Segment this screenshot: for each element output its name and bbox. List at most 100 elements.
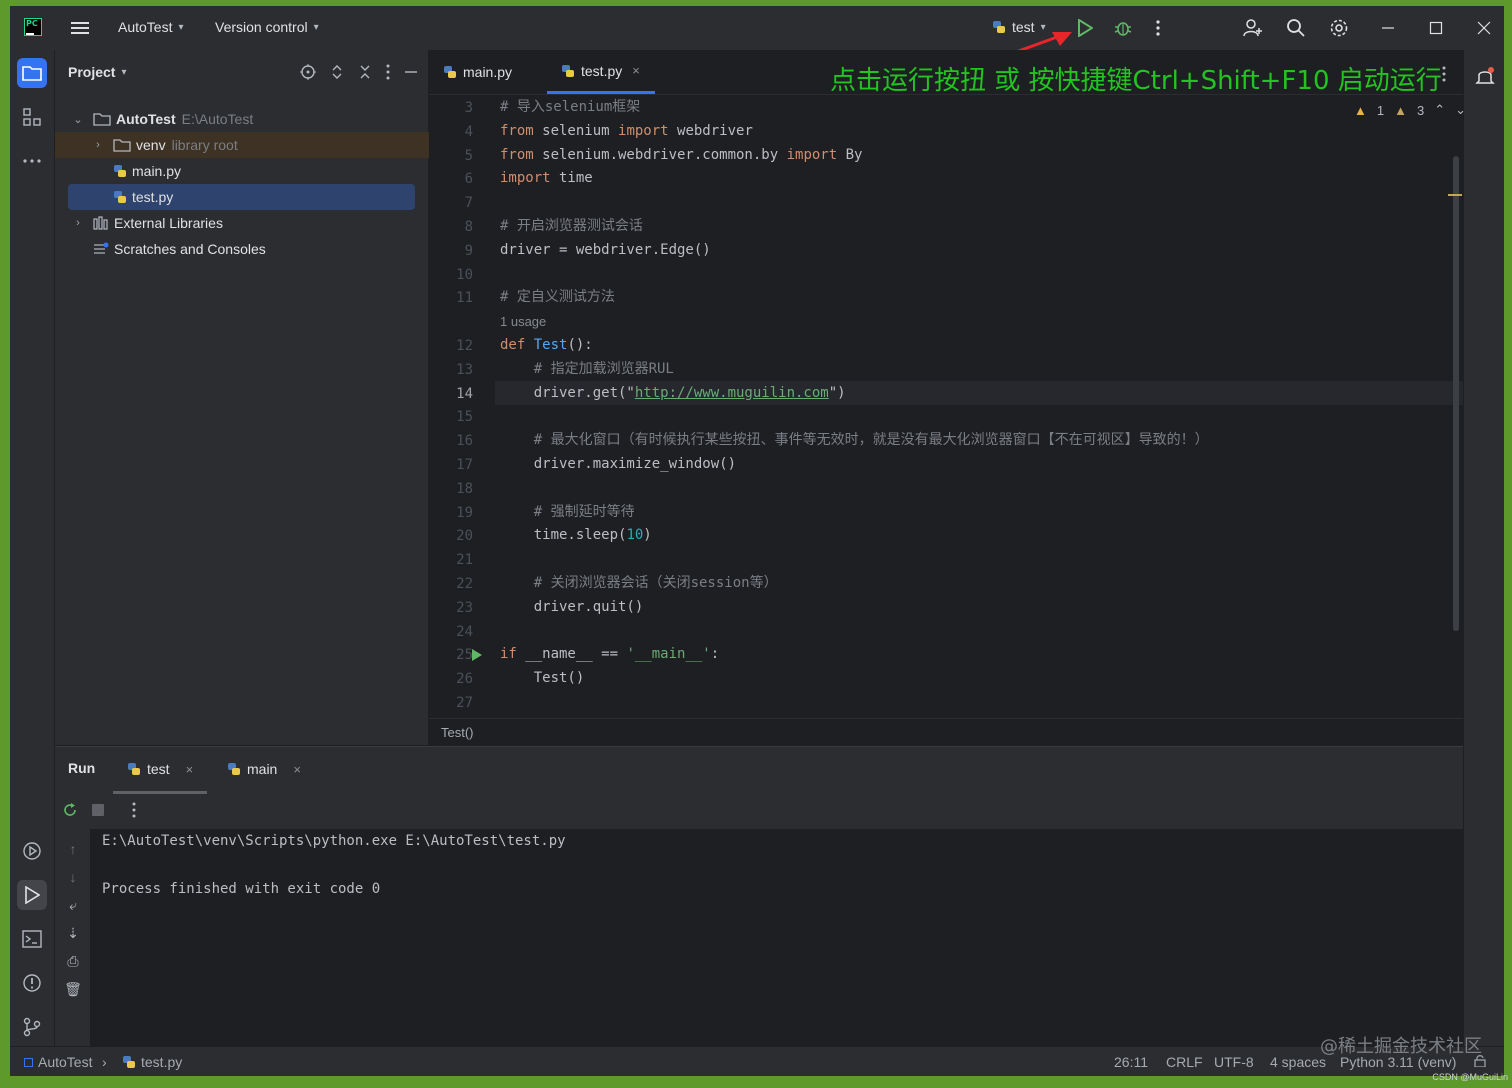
python-file-icon <box>114 191 126 203</box>
structure-tool-button[interactable] <box>17 102 47 132</box>
line-number: 19 <box>456 504 473 521</box>
close-tab-icon[interactable]: × <box>632 63 640 78</box>
console-output[interactable]: E:\AutoTest\venv\Scripts\python.exe E:\A… <box>90 829 1463 1047</box>
line-number: 27 <box>456 695 473 711</box>
locate-file-icon[interactable] <box>300 64 316 83</box>
status-line-separator[interactable]: CRLF <box>1166 1054 1203 1070</box>
maximize-window-icon[interactable] <box>1426 18 1446 38</box>
expand-all-icon[interactable] <box>330 64 344 83</box>
pycharm-logo-icon[interactable]: PC <box>24 18 42 36</box>
chevron-down-icon[interactable]: ⌄ <box>71 113 85 126</box>
code-line: import time <box>500 170 593 187</box>
warning-count: 1 <box>1376 102 1385 118</box>
tree-item-main-py[interactable]: main.py <box>55 158 486 184</box>
python-file-icon <box>123 1056 135 1068</box>
close-tab-icon[interactable]: × <box>186 762 194 777</box>
line-number: 8 <box>464 219 473 235</box>
line-number: 18 <box>456 480 473 497</box>
soft-wrap-icon[interactable]: ⤶ <box>64 897 82 915</box>
annotation-text: 点击运行按扭 或 按快捷键Ctrl+Shift+F10 启动运行 <box>830 66 1442 96</box>
code-line: # 导入selenium框架 <box>500 99 641 115</box>
add-user-icon[interactable] <box>1242 17 1264 39</box>
run-tab-main[interactable]: main × <box>217 747 311 791</box>
editor-scrollbar[interactable] <box>1453 156 1459 631</box>
tree-item-label: venv <box>136 137 166 153</box>
run-tool-button[interactable] <box>17 880 47 910</box>
line-number: 10 <box>456 266 473 283</box>
editor-options-icon[interactable] <box>1436 64 1452 84</box>
chevron-down-icon[interactable]: ⌄ <box>1455 102 1466 118</box>
status-encoding[interactable]: UTF-8 <box>1214 1054 1254 1070</box>
collapse-all-icon[interactable] <box>358 64 372 83</box>
folder-icon <box>113 139 131 152</box>
tree-item-external-libraries[interactable]: › External Libraries <box>55 210 444 236</box>
status-indent[interactable]: 4 spaces <box>1270 1054 1326 1070</box>
tree-item-test-py[interactable]: test.py <box>68 184 415 210</box>
minimize-window-icon[interactable] <box>1378 18 1398 38</box>
console-line: E:\AutoTest\venv\Scripts\python.exe E:\A… <box>102 833 566 849</box>
tab-test-py[interactable]: test.py × <box>547 50 655 94</box>
line-number: 5 <box>464 147 473 164</box>
print-icon[interactable]: ⎙ <box>64 953 82 971</box>
close-window-icon[interactable] <box>1474 18 1494 38</box>
services-tool-button[interactable] <box>17 836 47 866</box>
python-file-icon <box>444 66 456 78</box>
tab-label: main.py <box>463 64 513 80</box>
editor-breadcrumb[interactable]: Test() <box>429 718 1463 746</box>
status-file-label: test.py <box>141 1054 183 1070</box>
vcs-menu[interactable]: Version control ▾ <box>215 19 319 35</box>
tree-item-venv[interactable]: › venv library root <box>55 132 464 158</box>
settings-gear-icon[interactable] <box>1328 17 1350 39</box>
rerun-icon[interactable] <box>61 801 79 819</box>
close-tab-icon[interactable]: × <box>293 762 301 777</box>
tab-main-py[interactable]: main.py <box>429 50 526 94</box>
status-project[interactable]: AutoTest <box>24 1054 92 1070</box>
tree-item-autotest[interactable]: ⌄ AutoTest E:\AutoTest <box>55 106 444 132</box>
inspection-widget[interactable]: ▲ 1 ▲ 3 ⌃ ⌄ <box>1354 102 1466 118</box>
search-icon[interactable] <box>1285 17 1307 39</box>
console-sidebar: ↑ ↓ ⤶ ⇣ ⎙ 🗑 <box>55 829 90 1047</box>
hide-panel-icon[interactable] <box>404 64 418 83</box>
weak-warning-count: 3 <box>1416 102 1425 118</box>
run-tab-test[interactable]: test × <box>113 747 208 794</box>
tree-item-scratches[interactable]: Scratches and Consoles <box>55 236 466 262</box>
code-line: from selenium.webdriver.common.by import… <box>500 146 863 163</box>
title-bar: PC AutoTest ▾ Version control ▾ test ▾ <box>10 6 1504 50</box>
project-panel-title[interactable]: Project ▾ <box>68 64 127 80</box>
stop-icon[interactable] <box>89 801 107 819</box>
line-number: 9 <box>464 242 473 259</box>
chevron-right-icon[interactable]: › <box>91 139 105 151</box>
run-gutter-icon[interactable] <box>470 647 484 663</box>
trash-icon[interactable]: 🗑 <box>64 981 82 999</box>
code-editor[interactable]: # 导入selenium框架 from selenium import webdr… <box>500 96 1450 716</box>
status-caret-position[interactable]: 26:11 <box>1114 1054 1148 1070</box>
arrow-down-icon[interactable]: ↓ <box>64 869 82 887</box>
debug-button[interactable] <box>1112 18 1134 38</box>
chevron-up-icon[interactable]: ⌃ <box>1434 102 1445 118</box>
project-panel-title-label: Project <box>68 64 116 80</box>
run-options-icon[interactable] <box>129 801 139 819</box>
run-tab-label: test <box>147 761 170 777</box>
code-line: # 最大化窗口（有时候执行某些按扭、事件等无效时，就是没有最大化浏览器窗口【不在… <box>533 432 1209 449</box>
more-tools-icon[interactable] <box>17 146 47 176</box>
project-tool-button[interactable] <box>17 58 47 88</box>
git-tool-button[interactable] <box>17 1012 47 1042</box>
chevron-right-icon[interactable]: › <box>71 217 85 229</box>
scroll-to-end-icon[interactable]: ⇣ <box>64 925 82 943</box>
more-actions-icon[interactable] <box>1150 18 1166 38</box>
problems-tool-button[interactable] <box>17 968 47 998</box>
arrow-up-icon[interactable]: ↑ <box>64 841 82 859</box>
vcs-label: Version control <box>215 19 308 35</box>
options-icon[interactable] <box>386 64 390 83</box>
notifications-bell-icon[interactable] <box>1474 66 1496 88</box>
python-file-icon <box>114 165 126 177</box>
warning-stripe-marker[interactable] <box>1448 194 1462 196</box>
run-panel: Run test × main × ↑ ↓ ⤶ ⇣ ⎙ 🗑 E:\AutoTes… <box>55 746 1463 1047</box>
terminal-tool-button[interactable] <box>17 924 47 954</box>
line-number: 22 <box>456 576 473 592</box>
main-menu-icon[interactable] <box>68 18 92 38</box>
project-switcher[interactable]: AutoTest ▾ <box>118 19 184 35</box>
module-icon <box>24 1058 33 1067</box>
status-file[interactable]: test.py <box>122 1054 182 1070</box>
git-branch-icon <box>23 1017 41 1037</box>
